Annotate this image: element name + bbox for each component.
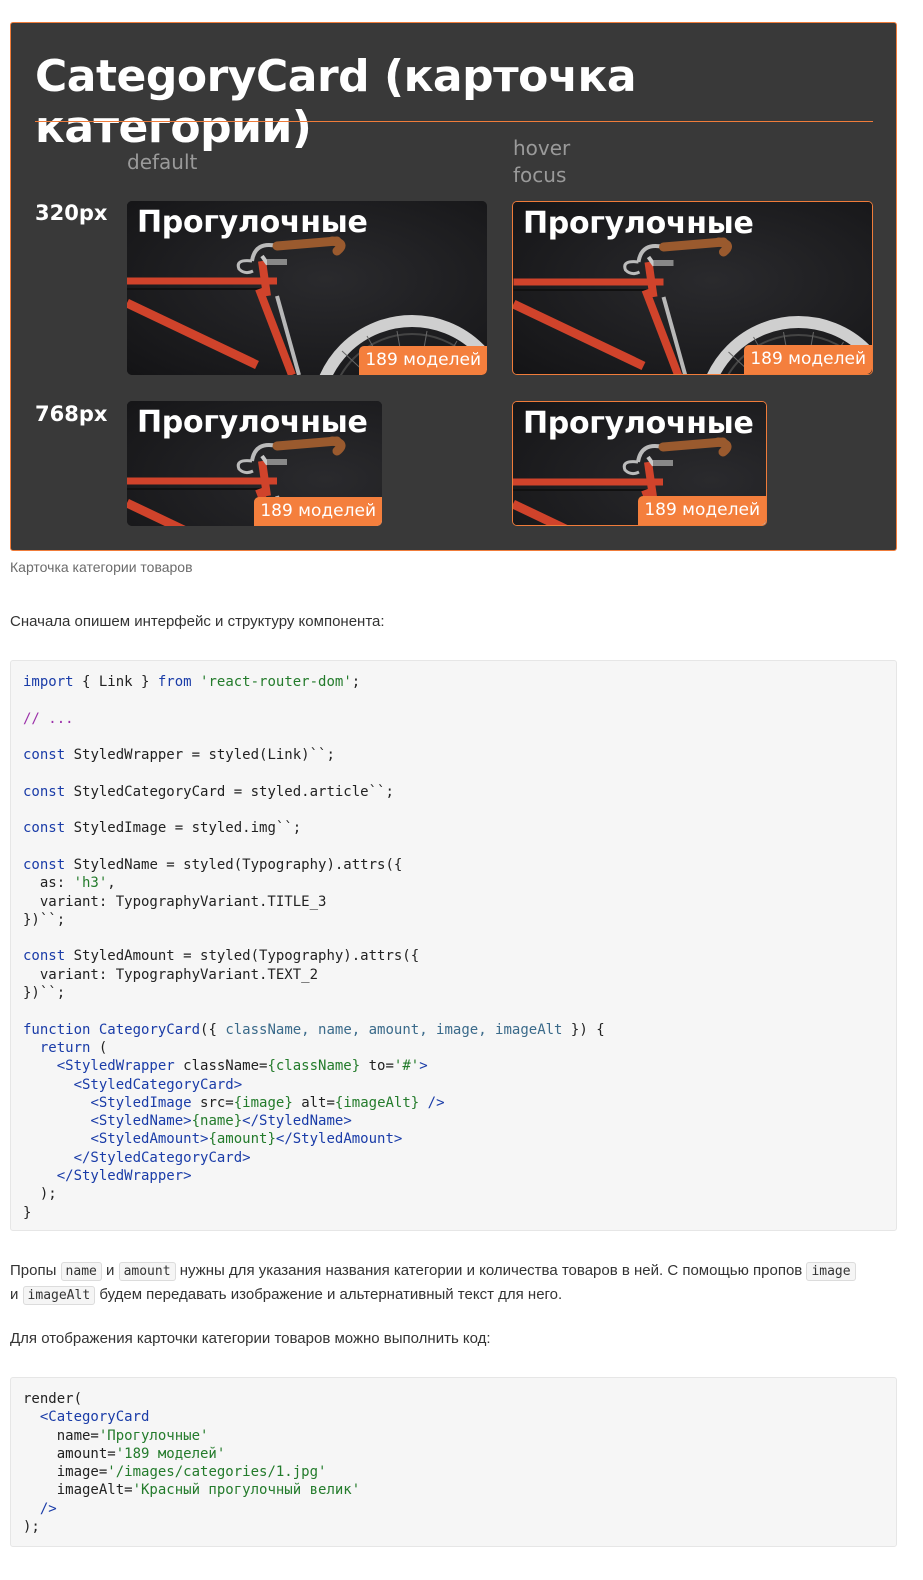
card-amount-badge: 189 моделей — [359, 346, 487, 375]
props-text: нужны для указания названия категории и … — [175, 1262, 807, 1279]
card-name: Прогулочные — [137, 205, 368, 240]
render-code: render( <CategoryCard name='Прогулочные'… — [23, 1391, 361, 1536]
intro-paragraph: Сначала опишем интерфейс и структуру ком… — [10, 613, 385, 630]
props-text: будем передавать изображение и альтернат… — [95, 1286, 563, 1303]
state-label-focus: focus — [513, 163, 567, 187]
inline-code-name: name — [60, 1262, 102, 1281]
card-name: Прогулочные — [137, 405, 368, 440]
code-block-render: render( <CategoryCard name='Прогулочные'… — [10, 1377, 897, 1547]
component-code: import { Link } from 'react-router-dom';… — [23, 674, 605, 1221]
card-name: Прогулочные — [523, 206, 754, 241]
state-label-default: default — [127, 150, 198, 174]
props-text: Пропы — [10, 1262, 61, 1279]
inline-code-image: image — [806, 1262, 856, 1281]
props-text: и — [10, 1286, 23, 1303]
size-label-768: 768px — [35, 402, 108, 426]
props-paragraph: Пропы name и amount нужны для указания н… — [10, 1259, 900, 1307]
inline-code-amount: amount — [118, 1262, 176, 1281]
category-card-320-default[interactable]: Прогулочные 189 моделей — [127, 201, 487, 375]
figure-divider — [35, 121, 873, 122]
category-card-768-default[interactable]: Прогулочные 189 моделей — [127, 401, 382, 526]
category-card-768-hover[interactable]: Прогулочные 189 моделей — [512, 401, 767, 526]
props-text: и — [101, 1262, 119, 1279]
code-block-component: import { Link } from 'react-router-dom';… — [10, 660, 897, 1231]
category-card-320-hover[interactable]: Прогулочные 189 моделей — [512, 201, 873, 375]
figure-caption: Карточка категории товаров — [10, 559, 193, 575]
card-amount-badge: 189 моделей — [254, 497, 382, 526]
figure-title: CategoryCard (карточка категории) — [35, 51, 637, 153]
card-amount-badge: 189 моделей — [744, 345, 872, 374]
size-label-320: 320px — [35, 201, 108, 225]
card-name: Прогулочные — [523, 406, 754, 441]
inline-code-imagealt: imageAlt — [22, 1286, 96, 1305]
render-intro-paragraph: Для отображения карточки категории товар… — [10, 1330, 491, 1347]
card-amount-badge: 189 моделей — [638, 496, 766, 525]
state-label-hover: hover — [513, 136, 571, 160]
category-card-figure: CategoryCard (карточка категории) defaul… — [10, 22, 897, 551]
